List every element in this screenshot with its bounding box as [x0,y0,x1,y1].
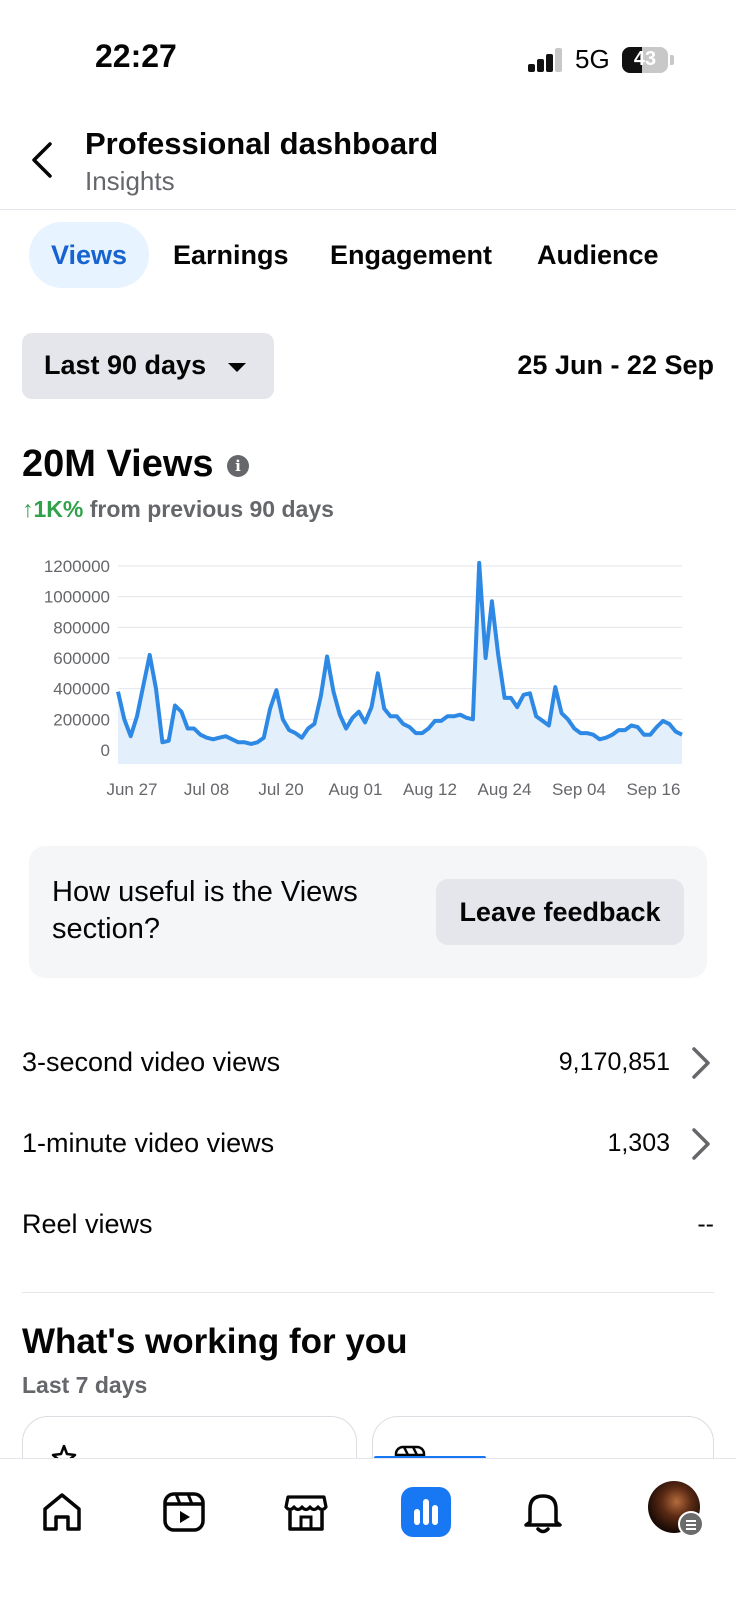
change-up: ↑1K% [22,496,84,522]
section-title: What's working for you [22,1322,408,1361]
section-subtitle: Last 7 days [22,1372,148,1398]
x-tick-label: Jun 27 [106,780,157,799]
chevron-right-icon [692,1128,710,1160]
tab-earnings[interactable]: Earnings [151,222,311,288]
page-subtitle: Insights [85,166,175,196]
network-type: 5G [575,44,610,74]
tab-views[interactable]: Views [29,222,150,288]
tab-audience[interactable]: Audience [515,222,681,288]
y-tick-label: 0 [101,741,110,760]
back-button[interactable] [24,138,64,182]
bottom-navigation [0,1458,736,1600]
stat-value: 9,170,851 [558,1048,670,1076]
change-description: from previous 90 days [89,496,334,522]
page-title: Professional dashboard [85,126,439,161]
date-range-label: Last 90 days [44,350,207,380]
caret-down-icon [228,363,246,372]
x-tick-label: Aug 01 [329,780,383,799]
total-views: 20M Views [22,443,214,485]
chevron-left-icon [32,142,52,178]
x-tick-label: Sep 04 [552,780,606,799]
y-tick-label: 1200000 [44,557,110,576]
feedback-question: How useful is the Views section? [52,876,358,945]
stat-row-3-second-views[interactable]: 3-second video views 9,170,851 [0,1033,736,1093]
chevron-right-icon [692,1047,710,1079]
marketplace-icon[interactable] [281,1487,331,1537]
stat-label: 3-second video views [22,1047,281,1077]
stat-row-1-minute-views[interactable]: 1-minute video views 1,303 [0,1114,736,1174]
x-tick-label: Aug 12 [403,780,457,799]
views-change: ↑1K% from previous 90 days [22,496,334,523]
x-tick-label: Aug 24 [478,780,532,799]
stat-value: 1,303 [607,1129,670,1157]
battery-tip [670,55,674,65]
header: Professional dashboard Insights [0,110,736,210]
x-tick-label: Jul 08 [184,780,229,799]
x-tick-label: Sep 16 [627,780,681,799]
tab-bar: Views Earnings Engagement Audience [0,222,736,292]
tab-engagement[interactable]: Engagement [308,222,514,288]
views-series-line [116,560,683,746]
battery-icon: 43 [622,47,668,73]
feedback-card: How useful is the Views section? Leave f… [29,846,707,978]
y-tick-label: 400000 [53,680,110,699]
stat-value: -- [697,1210,714,1238]
views-chart: 1200000 1000000 800000 600000 400000 200000 0 J… [0,550,736,820]
x-tick-label: Jul 20 [258,780,303,799]
section-divider [22,1292,714,1293]
status-time: 22:27 [95,38,177,74]
info-icon[interactable]: i [227,455,249,477]
date-range-text: 25 Jun - 22 Sep [517,350,714,380]
stat-label: 1-minute video views [22,1128,275,1158]
views-area-chart: 1200000 1000000 800000 600000 400000 200000 0 J… [44,557,683,799]
y-tick-label: 600000 [53,649,110,668]
y-tick-label: 200000 [53,710,110,729]
cellular-signal-icon [528,48,562,72]
menu-badge-icon[interactable] [678,1511,704,1537]
battery-percentage: 43 [633,48,657,70]
date-range-dropdown[interactable]: Last 90 days [22,333,274,399]
home-icon[interactable] [37,1487,87,1537]
leave-feedback-button[interactable]: Leave feedback [436,879,684,945]
change-percent: 1K% [33,496,84,522]
dashboard-icon[interactable] [401,1487,451,1537]
y-tick-label: 1000000 [44,588,110,607]
stat-row-reel-views: Reel views -- [0,1195,736,1255]
notifications-icon[interactable] [518,1487,568,1537]
y-tick-label: 800000 [53,618,110,637]
reels-icon[interactable] [159,1487,209,1537]
status-bar: 22:27 5G 43 [0,0,736,110]
stat-label: Reel views [22,1209,153,1239]
